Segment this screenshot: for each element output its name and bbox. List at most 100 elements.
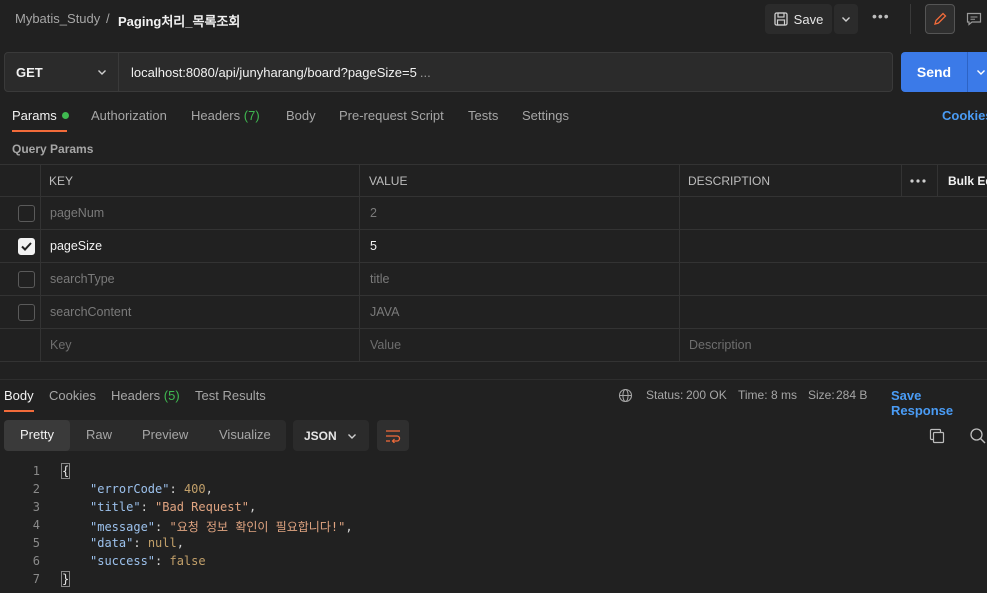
new-value-input[interactable]: Value	[370, 329, 401, 361]
param-value[interactable]: JAVA	[370, 296, 399, 328]
column-options-button[interactable]	[910, 165, 926, 196]
pencil-icon	[934, 12, 947, 25]
param-key[interactable]: pageSize	[50, 230, 102, 262]
url-text: localhost:8080/api/junyharang/board?page…	[131, 64, 417, 80]
format-visualize[interactable]: Visualize	[219, 427, 271, 442]
json-value: "Bad Request"	[155, 500, 249, 514]
tab-settings[interactable]: Settings	[522, 108, 569, 123]
param-checkbox[interactable]	[18, 205, 35, 222]
send-divider	[967, 52, 968, 92]
method-select[interactable]: GET	[4, 52, 119, 92]
tab-response-headers[interactable]: Headers (5)	[111, 388, 180, 403]
param-value[interactable]: 2	[370, 197, 377, 229]
wrap-lines-button[interactable]	[377, 420, 409, 451]
json-value: "요청 정보 확인이 필요합니다!"	[169, 520, 346, 534]
chevron-down-icon	[98, 70, 106, 75]
new-description-input[interactable]: Description	[689, 329, 752, 361]
globe-icon[interactable]	[618, 388, 633, 406]
active-response-tab-indicator	[4, 410, 34, 412]
json-key: "title"	[90, 500, 141, 514]
line-number: 2	[32, 482, 40, 496]
param-checkbox[interactable]	[18, 238, 35, 255]
json-value: 400	[183, 482, 206, 496]
save-button[interactable]: Save	[765, 4, 832, 34]
response-headers-count: (5)	[163, 388, 180, 403]
json-line: "success": false	[90, 554, 206, 568]
comments-button[interactable]	[960, 4, 987, 34]
column-description: DESCRIPTION	[688, 173, 771, 188]
tab-headers[interactable]: Headers (7)	[191, 108, 260, 123]
send-button[interactable]: Send	[901, 52, 987, 92]
format-pretty[interactable]: Pretty	[20, 427, 54, 442]
save-label: Save	[793, 11, 824, 27]
bulk-edit-button[interactable]: Bulk Edit	[948, 165, 987, 196]
save-response-button[interactable]: Save Response	[891, 388, 987, 418]
param-value[interactable]: title	[370, 263, 389, 295]
wrap-icon	[386, 429, 401, 443]
time-label: Time:	[738, 388, 768, 402]
line-number: 6	[32, 554, 40, 568]
tab-tests[interactable]: Tests	[468, 108, 498, 123]
json-key: "success"	[90, 554, 156, 568]
tab-params[interactable]: Params	[12, 108, 69, 123]
json-value: null	[147, 536, 177, 550]
language-select[interactable]: JSON	[293, 420, 369, 451]
status-label: Status:	[646, 388, 684, 402]
format-raw[interactable]: Raw	[86, 427, 112, 442]
divider	[910, 4, 911, 34]
search-icon[interactable]	[969, 427, 987, 448]
line-number: 7	[32, 572, 40, 586]
time-value[interactable]: 8 ms	[771, 388, 797, 402]
query-params-title: Query Params	[12, 142, 94, 156]
new-param-row: Key Value Description	[0, 329, 987, 362]
param-key[interactable]: searchType	[50, 263, 115, 295]
copy-icon[interactable]	[929, 428, 945, 447]
json-line: "data": null,	[90, 536, 184, 550]
save-icon	[774, 12, 788, 26]
tab-headers-label: Headers	[191, 108, 241, 123]
tab-pre-request-script[interactable]: Pre-request Script	[339, 108, 444, 123]
json-key: "errorCode"	[90, 482, 170, 496]
size-value[interactable]: 284 B	[836, 388, 867, 402]
edit-button[interactable]	[925, 4, 955, 34]
more-actions-button[interactable]: •••	[872, 8, 890, 24]
table-row: pageNum 2	[0, 197, 987, 230]
chevron-down-icon	[347, 433, 356, 439]
method-label: GET	[16, 64, 43, 80]
cookies-link[interactable]: Cookies	[942, 108, 987, 123]
json-open-brace: {	[60, 463, 71, 479]
json-key: "data"	[90, 536, 134, 550]
url-input[interactable]: localhost:8080/api/junyharang/board?page…	[119, 52, 893, 92]
more-horizontal-icon	[910, 178, 926, 183]
breadcrumb-collection[interactable]: Mybatis_Study	[15, 11, 100, 26]
pane-divider[interactable]	[0, 379, 987, 380]
line-number: 5	[32, 536, 40, 550]
new-key-input[interactable]: Key	[50, 329, 72, 361]
json-line: "title": "Bad Request",	[90, 500, 257, 514]
line-number: 3	[32, 500, 40, 514]
param-key[interactable]: searchContent	[50, 296, 131, 328]
table-row: searchType title	[0, 263, 987, 296]
line-number: 1	[32, 464, 40, 478]
param-checkbox[interactable]	[18, 271, 35, 288]
request-title[interactable]: Paging처리_목록조회	[118, 11, 240, 30]
json-line: "message": "요청 정보 확인이 필요합니다!",	[90, 520, 353, 534]
param-checkbox[interactable]	[18, 304, 35, 321]
format-preview[interactable]: Preview	[142, 427, 188, 442]
breadcrumb-separator: /	[106, 11, 110, 26]
params-active-dot	[61, 112, 69, 119]
tab-response-body[interactable]: Body	[4, 388, 34, 403]
chevron-down-icon[interactable]	[976, 67, 986, 77]
save-options-button[interactable]	[834, 4, 858, 34]
language-label: JSON	[304, 428, 337, 443]
tab-test-results[interactable]: Test Results	[195, 388, 266, 403]
param-key[interactable]: pageNum	[50, 197, 104, 229]
tab-authorization[interactable]: Authorization	[91, 108, 167, 123]
param-value[interactable]: 5	[370, 230, 377, 262]
tab-response-cookies[interactable]: Cookies	[49, 388, 96, 403]
tab-body[interactable]: Body	[286, 108, 316, 123]
status-value[interactable]: 200 OK	[686, 388, 727, 402]
send-label: Send	[916, 64, 952, 80]
url-ellipsis: ...	[419, 64, 431, 80]
checkmark-icon	[21, 242, 32, 251]
